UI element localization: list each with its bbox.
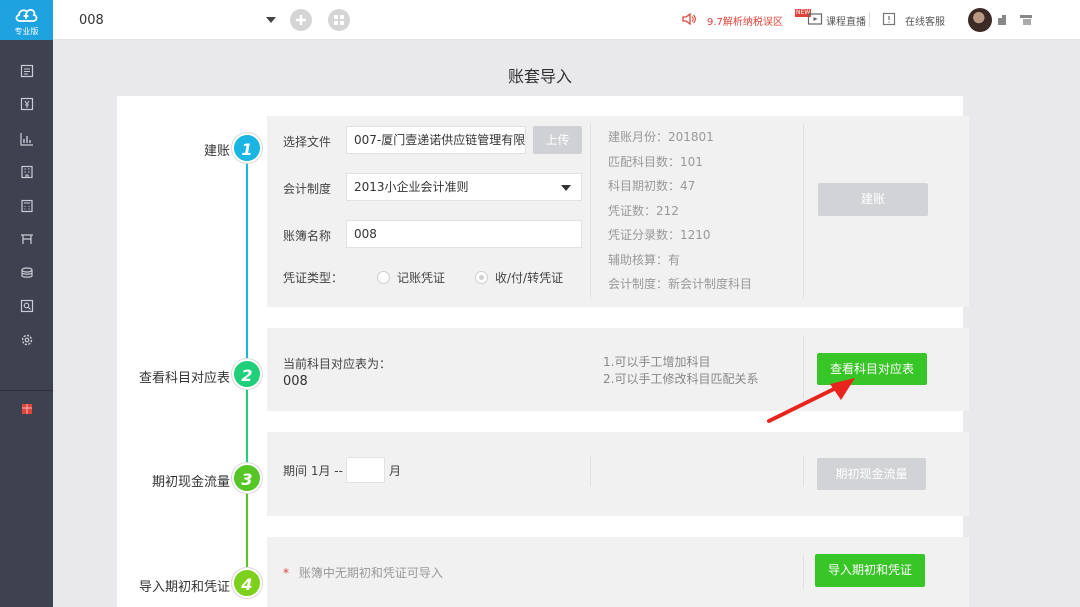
step-2-number: 2 [232, 359, 262, 389]
grid-menu-button[interactable] [328, 9, 350, 31]
sidebar-item-settings[interactable] [19, 332, 35, 348]
top-bar: 008 9.7解析纳税误区 NEW 课程直播 在线客服 [53, 0, 1080, 40]
no-data-note: * 账簿中无期初和凭证可导入 [283, 564, 443, 581]
add-account-button[interactable] [290, 9, 312, 31]
yen-doc-icon [20, 97, 34, 111]
upload-button[interactable]: 上传 [533, 126, 582, 154]
info-matched-accounts: 匹配科目数：101 [608, 155, 703, 169]
cashflow-panel: 期间 1月 -- 月 期初现金流量 [267, 432, 969, 516]
sidebar-divider [0, 390, 53, 391]
gear-icon [21, 334, 33, 346]
speaker-icon [682, 12, 696, 26]
create-book-button[interactable]: 建账 [818, 183, 928, 216]
info-aux-accounting: 辅助核算：有 [608, 253, 681, 267]
cloud-logo-icon [15, 8, 38, 22]
panel-divider [803, 124, 804, 299]
info-entry-count: 凭证分录数：1210 [608, 228, 711, 242]
step-2-label: 查看科目对应表 [138, 371, 230, 386]
book-name-label: 账簿名称 [283, 229, 332, 243]
file-label: 选择文件 [283, 135, 332, 149]
voucher-type-option-1[interactable]: 记账凭证 [397, 269, 445, 286]
month-suffix: 月 [389, 464, 402, 478]
step-1-number: 1 [232, 133, 262, 163]
topbar-divider [869, 12, 870, 27]
plus-icon [296, 15, 306, 25]
accounting-system-label: 会计制度 [283, 182, 332, 196]
sidebar-item-assets[interactable] [19, 231, 35, 247]
edition-label: 专业版 [14, 27, 39, 36]
file-input[interactable]: 007-厦门壹递诺供应链管理有限 [346, 126, 526, 154]
bar-chart-icon [20, 133, 33, 146]
accounting-system-value: 2013小企业会计准则 [354, 180, 469, 194]
accounting-system-select[interactable]: 2013小企业会计准则 [346, 173, 582, 201]
shelf-icon [21, 234, 33, 244]
sidebar: 专业版 [0, 0, 53, 607]
company-selector[interactable]: 008 [79, 13, 104, 28]
tax-promo-link[interactable]: 9.7解析纳税误区 [707, 13, 783, 28]
coins-icon [21, 267, 33, 278]
required-star: * [283, 566, 289, 580]
panel-divider [803, 555, 804, 589]
chat-icon [882, 12, 896, 26]
month-input[interactable] [346, 457, 385, 483]
no-data-text: 账簿中无期初和凭证可导入 [298, 566, 443, 580]
calculator-icon [21, 199, 33, 213]
voucher-type-radio-2[interactable] [475, 271, 488, 284]
course-live-link[interactable]: 课程直播 [826, 13, 866, 28]
period-label: 期间 1月 -- [283, 464, 343, 478]
import-opening-button[interactable]: 导入期初和凭证 [815, 554, 925, 587]
timeline-line-1 [246, 163, 248, 359]
sidebar-item-voucher[interactable] [19, 63, 35, 79]
mapping-note-2: 2.可以手工修改科目匹配关系 [603, 372, 759, 386]
chevron-down-icon[interactable] [266, 17, 276, 23]
opening-cashflow-button[interactable]: 期初现金流量 [817, 458, 926, 490]
red-arrow-annotation [767, 378, 855, 423]
settings-flag-icon[interactable] [1019, 14, 1033, 26]
building-icon [21, 165, 33, 179]
timeline-line-3 [246, 493, 248, 567]
current-mapping-label: 当前科目对应表为： [283, 357, 392, 371]
voucher-type-option-2[interactable]: 收/付/转凭证 [495, 269, 563, 286]
step-3-number: 3 [232, 463, 262, 493]
info-opening-count: 科目期初数：47 [608, 179, 696, 193]
online-service-link[interactable]: 在线客服 [905, 13, 945, 28]
book-name-input[interactable]: 008 [346, 220, 582, 248]
search-doc-icon [20, 299, 34, 313]
panel-divider [803, 456, 804, 486]
sidebar-item-invoice[interactable] [19, 298, 35, 314]
app-logo[interactable]: 专业版 [0, 0, 53, 40]
sidebar-item-cash[interactable] [19, 265, 35, 281]
video-play-icon [807, 13, 823, 25]
info-voucher-count: 凭证数：212 [608, 204, 679, 218]
step-1-label: 建账 [203, 144, 230, 159]
step-3-label: 期初现金流量 [151, 475, 230, 490]
voucher-type-radio-1[interactable] [377, 271, 390, 284]
grid-icon [334, 15, 344, 25]
page-title: 账套导入 [507, 67, 572, 86]
info-month: 建账月份：201801 [608, 130, 714, 144]
panel-divider [590, 456, 591, 486]
user-menu-icon[interactable] [997, 14, 1011, 26]
step-4-number: 4 [232, 568, 262, 598]
sidebar-item-tax[interactable] [19, 198, 35, 214]
sidebar-item-reports[interactable] [19, 131, 35, 147]
avatar[interactable] [968, 8, 992, 32]
mapping-note-1: 1.可以手工增加科目 [603, 355, 711, 369]
sidebar-item-gift[interactable] [19, 401, 35, 417]
create-book-panel: 选择文件 007-厦门壹递诺供应链管理有限 上传 会计制度 2013小企业会计准… [267, 116, 969, 307]
chevron-down-icon [561, 185, 571, 191]
panel-divider [590, 124, 591, 299]
sidebar-item-finance[interactable] [19, 96, 35, 112]
timeline-line-2 [246, 389, 248, 463]
import-opening-panel: * 账簿中无期初和凭证可导入 导入期初和凭证 [267, 537, 969, 607]
voucher-type-label: 凭证类型： [283, 271, 344, 285]
current-mapping-value: 008 [283, 374, 308, 389]
step-4-label: 导入期初和凭证 [138, 580, 230, 595]
gift-icon [22, 404, 32, 414]
sidebar-item-ledger[interactable] [19, 164, 35, 180]
document-list-icon [20, 64, 34, 78]
info-system: 会计制度：新会计制度科目 [608, 277, 753, 291]
